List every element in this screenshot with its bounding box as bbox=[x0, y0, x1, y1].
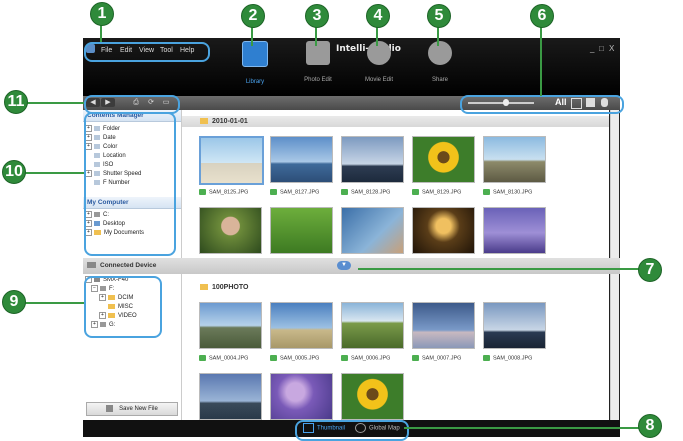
mode-library[interactable]: Library bbox=[233, 41, 277, 91]
thumbnail[interactable] bbox=[270, 373, 333, 420]
save-icon bbox=[106, 404, 114, 412]
thumbnail[interactable] bbox=[341, 207, 404, 254]
thumbnail[interactable] bbox=[341, 302, 404, 349]
thumbnail[interactable] bbox=[341, 373, 404, 420]
folder-group-header: 100PHOTO bbox=[182, 282, 609, 293]
highlight-tree-panel bbox=[84, 112, 176, 256]
maximize-button[interactable]: □ bbox=[599, 44, 604, 53]
mode-movie-edit[interactable]: Movie Edit bbox=[357, 41, 401, 91]
file-name: SAM_8125.JPG bbox=[199, 189, 248, 195]
highlight-menu bbox=[84, 42, 210, 62]
connected-device-bar: Connected Device ▼ bbox=[83, 258, 620, 274]
share-icon bbox=[428, 41, 452, 65]
thumbnail[interactable] bbox=[199, 136, 264, 185]
file-name: SAM_8129.JPG bbox=[412, 189, 461, 195]
callout-4: 4 bbox=[366, 4, 390, 28]
movie-edit-icon bbox=[367, 41, 391, 65]
thumbnail[interactable] bbox=[412, 136, 475, 183]
mode-photo-edit[interactable]: Photo Edit bbox=[296, 41, 340, 91]
library-thumbnails: 2010-01-01 SAM_8125.JPG SAM_8127.JPG SAM… bbox=[182, 110, 609, 258]
thumbnail[interactable] bbox=[270, 136, 333, 183]
mode-share-label: Share bbox=[431, 77, 448, 83]
callout-10: 10 bbox=[2, 160, 26, 184]
close-button[interactable]: X bbox=[609, 44, 614, 53]
thumbnail[interactable] bbox=[483, 207, 546, 254]
mode-photo-edit-label: Photo Edit bbox=[304, 77, 332, 83]
callout-3: 3 bbox=[305, 4, 329, 28]
callout-9: 9 bbox=[2, 290, 26, 314]
mode-movie-edit-label: Movie Edit bbox=[364, 77, 393, 83]
file-name: SAM_8128.JPG bbox=[341, 189, 390, 195]
file-name: SAM_0006.JPG bbox=[341, 355, 390, 361]
callout-1: 1 bbox=[90, 2, 114, 26]
thumbnail[interactable] bbox=[483, 302, 546, 349]
connected-device-title: Connected Device bbox=[100, 262, 157, 269]
callout-6: 6 bbox=[530, 4, 554, 28]
thumbnail[interactable] bbox=[341, 136, 404, 183]
thumbnail[interactable] bbox=[483, 136, 546, 183]
folder-icon bbox=[200, 284, 208, 291]
device-scrollbar[interactable] bbox=[610, 274, 619, 420]
expand-collapse-button[interactable]: ▼ bbox=[337, 261, 351, 270]
device-thumbnails: 100PHOTO SAM_0004.JPG SAM_0005.JPG SAM_0… bbox=[182, 274, 609, 420]
highlight-view-controls bbox=[460, 95, 624, 114]
callout-2: 2 bbox=[241, 4, 265, 28]
callout-7: 7 bbox=[638, 258, 662, 282]
file-name: SAM_0008.JPG bbox=[483, 355, 532, 361]
callout-8: 8 bbox=[638, 414, 662, 438]
library-icon bbox=[242, 41, 268, 67]
minimize-button[interactable]: _ bbox=[590, 44, 594, 53]
device-icon bbox=[87, 262, 96, 269]
file-name: SAM_0007.JPG bbox=[412, 355, 461, 361]
mode-library-label: Library bbox=[245, 79, 265, 85]
thumbnail[interactable] bbox=[412, 302, 475, 349]
file-name: SAM_8130.JPG bbox=[483, 189, 532, 195]
highlight-device-tree bbox=[84, 276, 162, 338]
date-group-header: 2010-01-01 bbox=[182, 116, 609, 127]
folder-icon bbox=[200, 118, 208, 125]
mode-share[interactable]: Share bbox=[418, 41, 462, 91]
thumbnail[interactable] bbox=[270, 302, 333, 349]
thumbnail[interactable] bbox=[199, 373, 262, 420]
photo-edit-icon bbox=[306, 41, 330, 65]
callout-11: 11 bbox=[4, 90, 28, 114]
file-name: SAM_8127.JPG bbox=[270, 189, 319, 195]
thumbnail[interactable] bbox=[199, 302, 262, 349]
save-new-file-button[interactable]: Save New File bbox=[86, 402, 178, 416]
highlight-status-buttons bbox=[295, 420, 409, 441]
callout-5: 5 bbox=[427, 4, 451, 28]
thumbnail[interactable] bbox=[412, 207, 475, 254]
thumbnail[interactable] bbox=[270, 207, 333, 254]
file-name: SAM_0004.JPG bbox=[199, 355, 248, 361]
file-name: SAM_0005.JPG bbox=[270, 355, 319, 361]
library-scrollbar[interactable] bbox=[610, 110, 619, 258]
thumbnail[interactable] bbox=[199, 207, 262, 254]
